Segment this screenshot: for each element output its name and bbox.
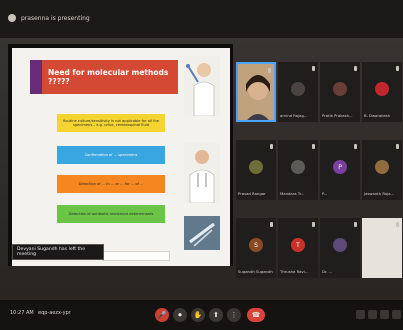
slide-bullet-2: Confirmation of ... specimens [57, 146, 165, 164]
participant-tile[interactable]: Prasad Rangar [236, 140, 276, 200]
notification-toast: Devyani Sugandh has left the meeting [12, 244, 104, 260]
participant-name: P... [322, 191, 328, 196]
more-options-button[interactable]: ⋮ [227, 308, 241, 322]
info-button[interactable] [356, 310, 365, 319]
hand-icon: ✋ [193, 311, 203, 319]
meet-window: prasenna is presenting Need for molecula… [0, 0, 403, 330]
participant-tile[interactable]: T Thrusha Ravi... [278, 218, 318, 278]
people-button[interactable] [368, 310, 377, 319]
camera-button[interactable]: ⏺ [173, 308, 187, 322]
participant-name: Pratik Prakash... [322, 113, 353, 118]
present-button[interactable]: ⬆ [209, 308, 223, 322]
slide-title: Need for molecular methods ????? [30, 60, 178, 94]
mic-off-icon [270, 222, 273, 227]
participant-avatar [333, 82, 347, 96]
slide-bullet-4: Detection of antibiotic resistance deter… [57, 205, 165, 223]
meeting-time: 10:27 AM [10, 310, 34, 316]
end-call-button[interactable]: ☎ [247, 308, 265, 322]
participant-name: Mandara Tr... [280, 191, 305, 196]
mic-off-icon [354, 144, 357, 149]
xray-image [184, 216, 220, 250]
participant-name: B. Dwarakesh [364, 113, 391, 118]
participant-name: Thrusha Ravi... [280, 269, 309, 274]
participant-avatar [375, 82, 389, 96]
chat-button[interactable] [380, 310, 389, 319]
participant-avatar [291, 160, 305, 174]
participant-name: Prasad Rangar [238, 191, 266, 196]
participant-tile[interactable]: S Sugandh Sugandh [236, 218, 276, 278]
mic-off-icon [354, 222, 357, 227]
more-icon: ⋮ [230, 311, 238, 319]
participant-grid: arvind Rajag... Pratik Prakash... B. Dwa… [236, 62, 402, 280]
mic-off-icon [312, 222, 315, 227]
present-icon: ⬆ [213, 311, 219, 319]
participant-avatar: T [291, 238, 305, 252]
mic-off-icon [396, 144, 399, 149]
participant-name: Sugandh Sugandh [238, 269, 273, 274]
participant-name: arvind Rajag... [280, 113, 308, 118]
participant-avatar [333, 238, 347, 252]
scientist-illustration [184, 56, 220, 117]
participant-avatar: S [249, 238, 263, 252]
mic-button[interactable]: 🎤 [155, 308, 169, 322]
participant-tile[interactable]: P P... [320, 140, 360, 200]
participant-tile[interactable] [236, 62, 276, 122]
mic-off-icon [270, 144, 273, 149]
mic-off-icon [312, 66, 315, 71]
participant-avatar [291, 82, 305, 96]
mic-icon: 🎤 [157, 311, 167, 319]
mic-off-icon [268, 68, 271, 73]
participant-tile[interactable]: arvind Rajag... [278, 62, 318, 122]
participant-name: Dr. ... [322, 269, 333, 274]
participant-tile[interactable]: Pratik Prakash... [320, 62, 360, 122]
presented-slide: Need for molecular methods ????? Routine… [12, 48, 230, 266]
activities-button[interactable] [392, 310, 401, 319]
mic-off-icon [396, 222, 399, 227]
participant-avatar: P [333, 160, 347, 174]
mic-off-icon [396, 66, 399, 71]
participant-tile[interactable] [362, 218, 402, 278]
mic-off-icon [312, 144, 315, 149]
slide-bullet-1: Routine culture/sensitivity is not appli… [57, 114, 165, 132]
meeting-controls-bar: 10:27 AM eqp-aezx-ypr 🎤 ⏺ ✋ ⬆ ⋮ ☎ [0, 300, 403, 330]
raise-hand-button[interactable]: ✋ [191, 308, 205, 322]
top-bar: prasenna is presenting [0, 0, 403, 38]
participant-tile[interactable]: Jaswanth Raja... [362, 140, 402, 200]
camera-icon: ⏺ [178, 310, 182, 319]
doctor-illustration [184, 143, 220, 204]
slide-bullet-3: Detection of ... in ... or ... for ... o… [57, 175, 165, 193]
participant-tile[interactable]: Mandara Tr... [278, 140, 318, 200]
presenter-icon [8, 14, 16, 22]
slide-zoom-control[interactable] [102, 251, 170, 261]
end-call-icon: ☎ [251, 311, 261, 319]
participant-tile[interactable]: Dr. ... [320, 218, 360, 278]
participant-tile[interactable]: B. Dwarakesh [362, 62, 402, 122]
participant-name: Jaswanth Raja... [364, 191, 395, 196]
participant-avatar [375, 160, 389, 174]
presenter-indicator: prasenna is presenting [8, 14, 90, 22]
presenter-label: prasenna is presenting [21, 14, 90, 22]
participant-avatar [249, 160, 263, 174]
mic-off-icon [354, 66, 357, 71]
meeting-code: eqp-aezx-ypr [38, 310, 71, 316]
